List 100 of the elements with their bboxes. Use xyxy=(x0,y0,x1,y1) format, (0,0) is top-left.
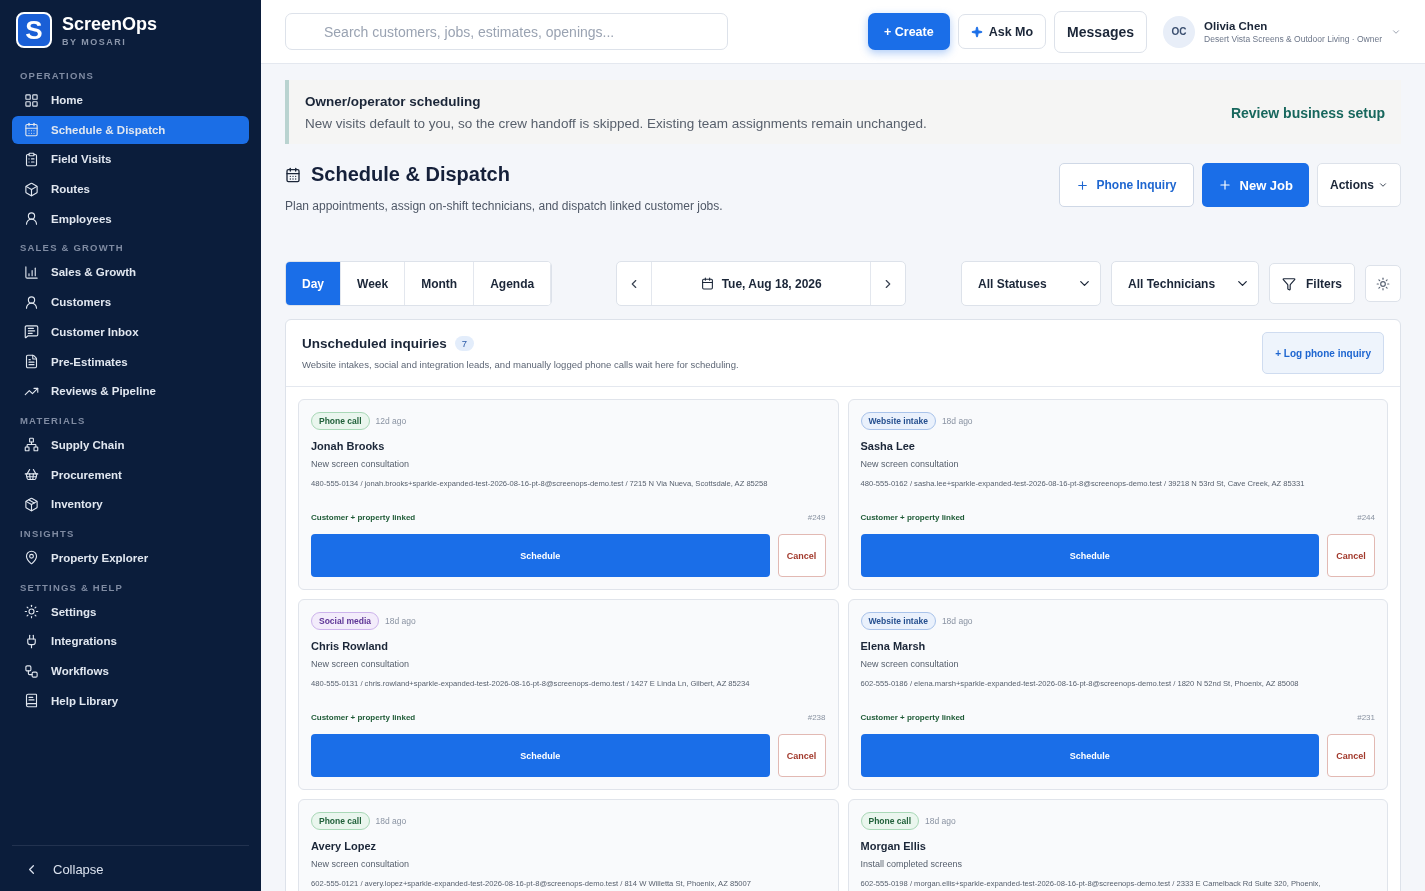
search-field[interactable]: Search customers, jobs, estimates, openings... xyxy=(285,13,728,50)
reference-number: #231 xyxy=(1357,713,1375,722)
sidebar-item[interactable]: Property Explorer xyxy=(12,543,249,572)
panel-title: Unscheduled inquiries xyxy=(302,336,447,351)
brand-tagline: BY MOSARI xyxy=(62,36,128,47)
schedule-button[interactable]: Schedule xyxy=(860,534,1319,577)
user-icon xyxy=(24,294,39,310)
sidebar-item[interactable]: Field Visits xyxy=(12,145,249,174)
source-tag: Website intake xyxy=(860,612,936,630)
sidebar-item[interactable]: Home xyxy=(12,86,249,114)
customer-name: Avery Lopez xyxy=(311,840,377,852)
cancel-button[interactable]: Cancel xyxy=(1327,734,1375,777)
collapse-button[interactable]: Collapse xyxy=(53,862,104,877)
settings-icon xyxy=(24,604,39,620)
sidebar-item[interactable]: Workflows xyxy=(12,657,249,685)
schedule-button[interactable]: Schedule xyxy=(860,734,1319,777)
package-icon xyxy=(24,496,39,512)
sidebar-item[interactable]: Procurement xyxy=(12,460,249,489)
sidebar-item[interactable]: Reviews & Pipeline xyxy=(12,377,249,406)
service-text: New screen consultation xyxy=(860,459,960,469)
schedule-button[interactable]: Schedule xyxy=(311,734,770,777)
plus-icon xyxy=(1075,178,1089,192)
sparkle-icon xyxy=(970,25,983,38)
document-icon xyxy=(24,354,39,369)
sidebar-item[interactable]: Settings xyxy=(12,597,249,626)
sidebar-item[interactable]: Integrations xyxy=(12,627,249,656)
calendar-icon xyxy=(285,166,301,183)
customer-name: Elena Marsh xyxy=(860,640,927,652)
caret-icon xyxy=(1378,180,1388,190)
calendar-icon xyxy=(24,122,39,138)
sidebar-item[interactable]: Help Library xyxy=(12,686,249,715)
messages-button[interactable]: Messages xyxy=(1054,10,1148,53)
date-picker[interactable]: Tue, Aug 18, 2026 xyxy=(651,262,872,305)
age-text: 18d ago xyxy=(375,816,407,826)
brand-name: ScreenOps xyxy=(62,13,158,35)
sidebar-item[interactable]: Supply Chain xyxy=(12,430,249,459)
section-title: MATERIALS xyxy=(19,413,87,428)
section-title: OPERATIONS xyxy=(19,69,96,83)
chart-icon xyxy=(24,264,39,280)
linked-status: Customer + property linked xyxy=(860,513,965,522)
reference-number: #238 xyxy=(807,713,826,722)
actions-button[interactable]: Actions xyxy=(1317,163,1401,207)
sidebar-item[interactable]: Routes xyxy=(12,175,249,204)
status-select[interactable]: All Statuses xyxy=(961,261,1101,306)
section-title: INSIGHTS xyxy=(19,526,76,541)
theme-button[interactable] xyxy=(1365,265,1401,302)
new-job-button[interactable]: New Job xyxy=(1201,163,1309,207)
service-text: New screen consultation xyxy=(311,459,411,469)
age-text: 12d ago xyxy=(375,416,407,426)
schedule-button[interactable]: Schedule xyxy=(311,534,770,577)
customer-name: Sasha Lee xyxy=(860,440,916,452)
sidebar-item[interactable]: Sales & Growth xyxy=(12,258,249,287)
create-button[interactable]: + Create xyxy=(867,13,950,50)
age-text: 18d ago xyxy=(925,816,956,826)
logo-icon: S xyxy=(16,12,52,48)
linked-status: Customer + property linked xyxy=(311,713,416,722)
sidebar-item[interactable]: Inventory xyxy=(12,490,249,519)
linked-status: Customer + property linked xyxy=(311,513,416,522)
sidebar-item[interactable]: Pre-Estimates xyxy=(12,347,249,376)
cancel-button[interactable]: Cancel xyxy=(1327,534,1375,577)
service-text: New screen consultation xyxy=(311,659,411,669)
filters-button[interactable]: Filters xyxy=(1269,263,1355,304)
service-text: Install completed screens xyxy=(860,859,964,869)
clipboard-icon xyxy=(24,151,39,167)
cancel-button[interactable]: Cancel xyxy=(777,734,826,777)
linked-status: Customer + property linked xyxy=(860,713,965,722)
map-pin-icon xyxy=(24,550,39,566)
plus-icon xyxy=(1217,178,1232,192)
user-icon xyxy=(24,211,39,227)
sidebar-item[interactable]: Customers xyxy=(12,288,249,317)
ask-button[interactable]: Ask Mo xyxy=(957,14,1047,49)
sidebar-item[interactable]: Employees xyxy=(12,204,249,233)
log-phone-inquiry-button[interactable]: + Log phone inquiry xyxy=(1262,332,1384,374)
avatar[interactable]: OC xyxy=(1163,15,1196,48)
page-subtitle: Plan appointments, assign on-shift technicians, and dispatch linked customer jobs. xyxy=(285,199,723,213)
view-tab[interactable]: Day xyxy=(286,262,341,305)
age-text: 18d ago xyxy=(941,416,973,426)
service-text: New screen consultation xyxy=(311,859,411,869)
customer-name: Morgan Ellis xyxy=(860,840,927,852)
network-icon xyxy=(24,437,39,453)
review-link[interactable]: Review business setup xyxy=(1230,104,1385,121)
count-badge: 7 xyxy=(454,336,475,351)
sidebar-item[interactable]: Customer Inbox xyxy=(12,317,249,346)
source-tag: Phone call xyxy=(311,812,370,830)
customer-name: Chris Rowland xyxy=(311,640,389,652)
page-title: Schedule & Dispatch xyxy=(311,163,510,186)
service-text: New screen consultation xyxy=(860,659,960,669)
cancel-button[interactable]: Cancel xyxy=(777,534,826,577)
source-tag: Website intake xyxy=(860,412,936,430)
phone-inquiry-button[interactable]: Phone Inquiry xyxy=(1058,163,1194,207)
sidebar-item[interactable]: Schedule & Dispatch xyxy=(12,115,249,144)
technician-select[interactable]: All Technicians xyxy=(1111,261,1259,306)
user-name: Olivia Chen xyxy=(1204,19,1269,32)
source-tag: Social media xyxy=(311,612,379,630)
sun-icon xyxy=(1376,276,1390,291)
customer-name: Jonah Brooks xyxy=(311,440,386,452)
source-tag: Phone call xyxy=(311,412,370,430)
panel-description: Website intakes, social and integration leads, and manually logged phone calls wait here for scheduling. xyxy=(302,359,739,370)
basket-icon xyxy=(24,467,39,483)
user-org: Desert Vista Screens & Outdoor Living · Owner xyxy=(1204,33,1382,44)
